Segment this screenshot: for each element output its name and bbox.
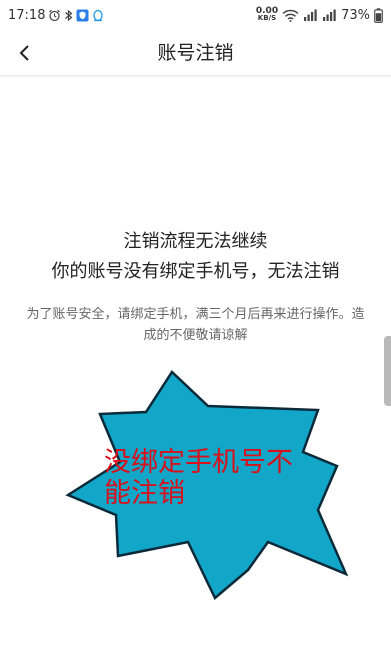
annotation-text: 没绑定手机号不能注销 — [104, 447, 293, 509]
annotation-starburst — [65, 370, 349, 600]
